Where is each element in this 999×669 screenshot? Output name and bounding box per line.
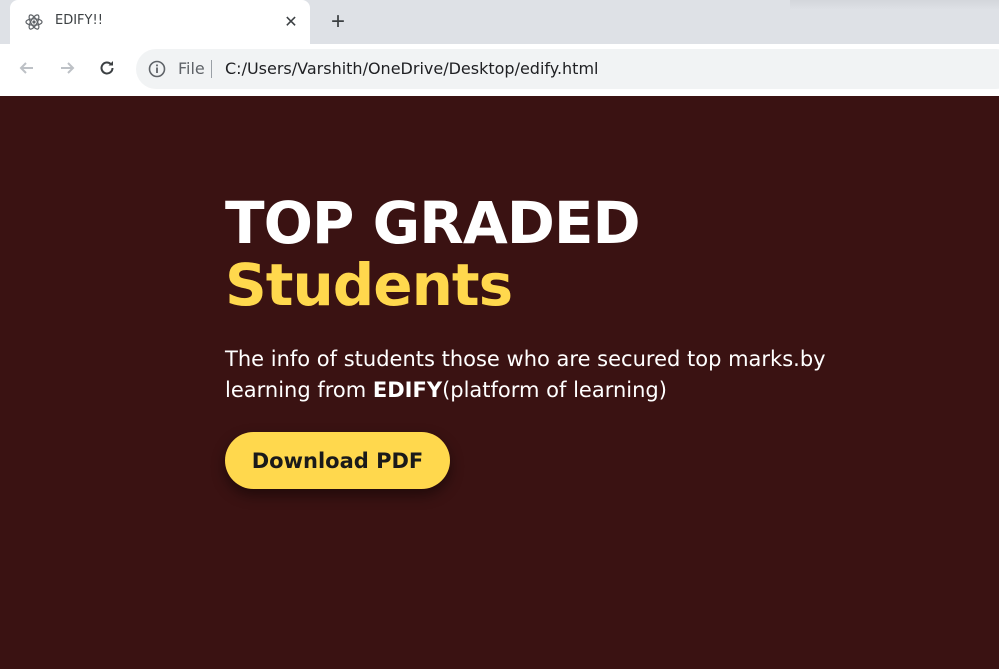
browser-toolbar: File C:/Users/Varshith/OneDrive/Desktop/… [0,44,999,96]
back-button[interactable] [13,56,41,84]
address-bar[interactable]: File C:/Users/Varshith/OneDrive/Desktop/… [136,49,999,89]
url-text[interactable]: C:/Users/Varshith/OneDrive/Desktop/edify… [225,59,598,78]
headline: TOP GRADED [225,189,641,257]
arrow-right-icon [57,58,77,83]
brand-name: EDIFY [372,378,443,402]
hero-description: The info of students those who are secur… [225,344,845,406]
forward-button[interactable] [53,56,81,84]
download-pdf-button[interactable]: Download PDF [225,432,450,489]
info-icon[interactable] [148,60,166,78]
browser-tab[interactable]: EDIFY!! ✕ [10,0,310,44]
new-tab-button[interactable]: + [324,8,352,36]
arrow-left-icon [17,58,37,83]
reload-button[interactable] [93,56,121,84]
atom-icon [24,12,44,32]
scheme-label: File [178,59,205,78]
page-content: TOP GRADED Students The info of students… [0,96,999,669]
tab-title: EDIFY!! [55,13,103,28]
reload-icon [97,58,117,83]
tab-strip-shadow [790,0,999,10]
description-suffix: (platform of learning) [442,378,667,402]
headline-accent: Students [225,251,513,319]
tab-strip: EDIFY!! ✕ + [0,0,999,44]
close-icon[interactable]: ✕ [280,11,302,33]
address-divider [211,60,212,78]
hero-section: TOP GRADED Students The info of students… [225,192,865,489]
